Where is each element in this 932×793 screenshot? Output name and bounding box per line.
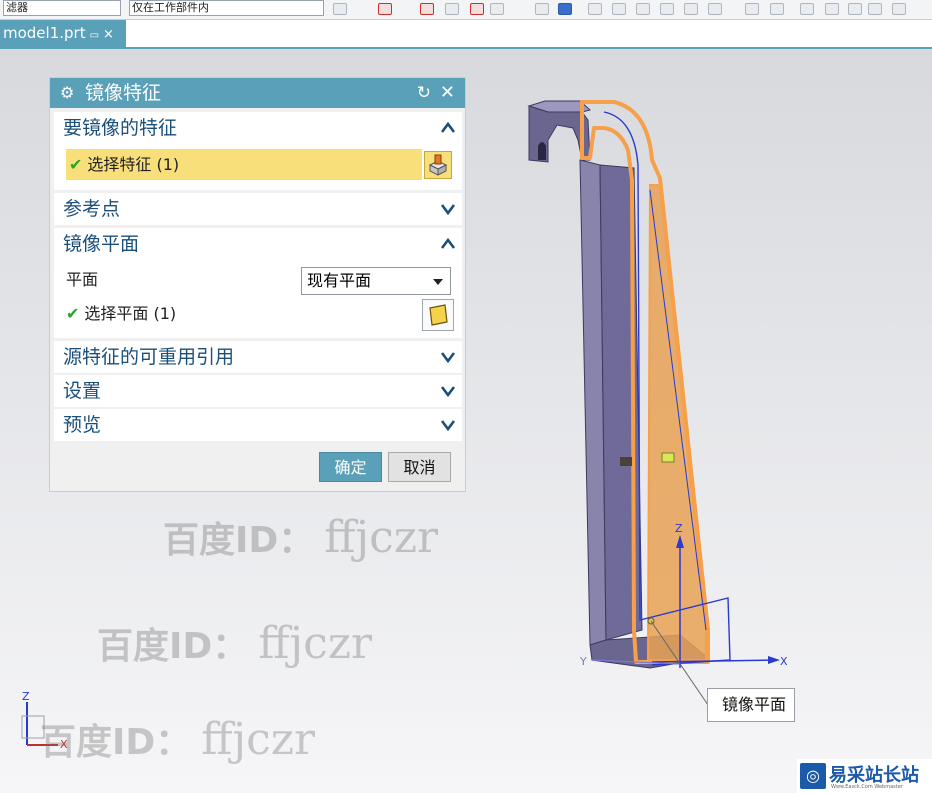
brand-logo-icon: ◎ [800, 763, 826, 789]
endpoint-icon[interactable] [588, 3, 602, 15]
extra-icon[interactable] [892, 3, 906, 15]
x-arrow [768, 656, 780, 664]
filter-dropdown[interactable]: 滤器 [3, 0, 121, 16]
part-gusset [646, 184, 707, 661]
quadrant-icon[interactable] [848, 3, 862, 15]
tab-model1[interactable]: model1.prt ▭ × [0, 20, 126, 47]
mirror-feature-dialog: ⚙ 镜像特征 ↻ ✕ 要镜像的特征 ✔ 选择特征 (1) 参考点 镜像平面 平面… [49, 77, 466, 492]
filter-icon[interactable] [445, 3, 459, 15]
feature-marker [620, 457, 632, 466]
section-label: 预览 [63, 414, 102, 436]
section-features-header[interactable]: 要镜像的特征 [54, 112, 462, 144]
tab-label: model1.prt [3, 24, 86, 42]
snap-icon[interactable] [333, 3, 347, 15]
select-feature-label: 选择特征 (1) [87, 155, 180, 174]
section-label: 参考点 [63, 198, 121, 220]
section-label: 源特征的可重用引用 [63, 346, 235, 368]
plane-label: 平面 [66, 270, 99, 289]
section-mirror-plane-header[interactable]: 镜像平面 [54, 228, 462, 260]
select-feature-row[interactable]: ✔ 选择特征 (1) [66, 149, 422, 180]
close-tab-icon[interactable]: × [103, 27, 114, 42]
section-reusable-refs[interactable]: 源特征的可重用引用 [54, 341, 462, 373]
section-preview[interactable]: 预览 [54, 409, 462, 441]
select-icon[interactable] [378, 3, 392, 15]
watermark: 百度ID： ffjczr [97, 618, 373, 669]
select-feature-button[interactable] [424, 151, 452, 179]
reset-icon[interactable]: ↻ [417, 78, 431, 108]
section-features: 要镜像的特征 ✔ 选择特征 (1) [54, 112, 462, 190]
dropdown-arrow-icon [433, 279, 443, 285]
select-plane-row[interactable]: ✔ 选择平面 (1) [66, 302, 176, 326]
x-axis-label: X [780, 655, 788, 668]
snap-midpoint-icon[interactable] [490, 3, 504, 15]
perpendicular-icon[interactable] [800, 3, 814, 15]
plane-type-value: 现有平面 [307, 271, 372, 290]
pin-icon[interactable]: ▭ [90, 30, 99, 41]
watermark: 百度ID： ffjczr [40, 714, 316, 765]
y-axis-label: Y [579, 655, 587, 668]
cancel-button[interactable]: 取消 [388, 452, 451, 482]
mirror-plane-callout: 镜像平面 [707, 688, 795, 722]
section-ref-point[interactable]: 参考点 [54, 193, 462, 225]
ok-button[interactable]: 确定 [319, 452, 382, 482]
check-icon: ✔ [69, 155, 83, 174]
chevron-down-icon[interactable] [440, 418, 456, 432]
intersect-icon[interactable] [708, 3, 722, 15]
site-brand: ◎ 易采站长站 Www.Easck.Com Webmaster [797, 759, 932, 793]
section-label: 镜像平面 [63, 233, 140, 255]
line-icon[interactable] [612, 3, 626, 15]
edge-icon[interactable] [636, 3, 650, 15]
shaded-icon[interactable] [558, 3, 572, 15]
watermark: 百度ID： ffjczr [163, 512, 439, 563]
plane-icon [429, 304, 448, 326]
pole-icon[interactable] [825, 3, 839, 15]
chevron-up-icon[interactable] [440, 121, 456, 135]
selection-marker [661, 452, 675, 463]
brand-url: Www.Easck.Com Webmaster [831, 784, 903, 790]
section-label: 要镜像的特征 [63, 117, 178, 139]
snap-point-icon[interactable] [470, 3, 484, 15]
check-icon: ✔ [66, 304, 80, 323]
scope-dropdown[interactable]: 仅在工作部件内 [129, 0, 324, 16]
part-notch [538, 142, 546, 160]
circle-icon[interactable] [745, 3, 759, 15]
point-icon[interactable] [420, 3, 434, 15]
section-label: 设置 [63, 380, 102, 402]
top-toolbar: 滤器 仅在工作部件内 [0, 0, 932, 20]
dialog-title: 镜像特征 [85, 82, 162, 104]
feature-cube-icon [428, 154, 448, 176]
chevron-down-icon[interactable] [440, 202, 456, 216]
section-reusable-refs-header[interactable]: 源特征的可重用引用 [54, 341, 462, 373]
section-ref-point-header[interactable]: 参考点 [54, 193, 462, 225]
triad-z-label: Z [22, 690, 30, 703]
select-plane-label: 选择平面 (1) [84, 304, 177, 323]
close-icon[interactable]: ✕ [440, 78, 455, 108]
dialog-titlebar[interactable]: ⚙ 镜像特征 ↻ ✕ [50, 78, 465, 108]
plane-type-dropdown[interactable]: 现有平面 [301, 267, 451, 295]
gear-icon[interactable]: ⚙ [60, 78, 74, 108]
section-settings[interactable]: 设置 [54, 375, 462, 407]
arc-icon[interactable] [770, 3, 784, 15]
z-axis-label: Z [675, 522, 683, 535]
section-preview-header[interactable]: 预览 [54, 409, 462, 441]
chevron-down-icon[interactable] [440, 384, 456, 398]
more-icon[interactable] [868, 3, 882, 15]
section-settings-header[interactable]: 设置 [54, 375, 462, 407]
tangent-icon[interactable] [684, 3, 698, 15]
select-plane-button[interactable] [422, 299, 454, 331]
tab-bar: model1.prt ▭ × [0, 20, 932, 49]
chevron-up-icon[interactable] [440, 237, 456, 251]
chevron-down-icon[interactable] [440, 350, 456, 364]
view-icon[interactable] [535, 3, 549, 15]
curve-icon[interactable] [660, 3, 674, 15]
